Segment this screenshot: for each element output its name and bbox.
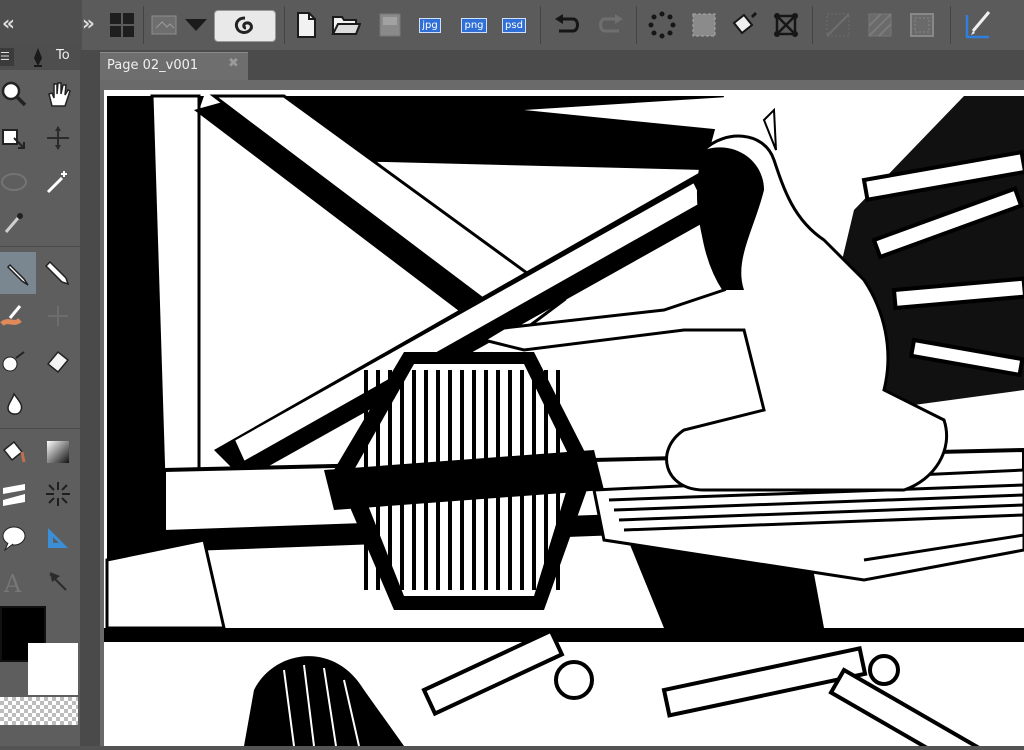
- tool-tab-label[interactable]: To: [56, 48, 70, 63]
- mesh-transform-button[interactable]: [770, 9, 802, 41]
- zoom-icon: [1, 81, 27, 107]
- eyedropper-tool[interactable]: [0, 206, 30, 238]
- redo-icon: [599, 14, 623, 33]
- zoom-tool[interactable]: [0, 78, 30, 110]
- pen-tool[interactable]: [0, 252, 36, 294]
- svg-text:A: A: [3, 570, 22, 596]
- brush-tool[interactable]: [0, 300, 30, 332]
- correct-line-tool[interactable]: [42, 566, 74, 598]
- balloon-tool[interactable]: [0, 522, 30, 554]
- object-move-tool[interactable]: [42, 122, 74, 154]
- magic-wand-icon: [46, 171, 67, 194]
- pen-tab-icon[interactable]: [28, 46, 48, 68]
- decoration-tool[interactable]: [42, 300, 74, 332]
- panel-menu-icon[interactable]: ☰: [0, 48, 14, 66]
- export-psd-label: psd: [502, 17, 526, 33]
- canvas-button[interactable]: [148, 9, 180, 41]
- layer-move-tool[interactable]: [0, 122, 30, 154]
- new-file-button[interactable]: [290, 9, 322, 41]
- toolbar-left-strip: «: [0, 0, 82, 50]
- sparkle-icon: [48, 306, 68, 326]
- sub-color-swatch[interactable]: [28, 643, 78, 695]
- save-button[interactable]: [374, 9, 406, 41]
- figure-tool[interactable]: [0, 478, 30, 510]
- lasso-select-tool[interactable]: [0, 166, 30, 198]
- figure-icon: [3, 484, 25, 506]
- fill-icon: [732, 11, 758, 35]
- canvas-dropdown-button[interactable]: [180, 9, 212, 41]
- pen-stylus-icon: [965, 11, 991, 39]
- export-png-button[interactable]: png: [458, 9, 490, 41]
- manga-page[interactable]: [104, 90, 1024, 750]
- collapse-left-button[interactable]: «: [2, 0, 15, 48]
- blend-tool[interactable]: [0, 388, 30, 420]
- panel-divider[interactable]: [80, 50, 100, 746]
- hand-tool[interactable]: [42, 78, 74, 110]
- layout-icon: [110, 13, 134, 37]
- eyedropper-icon: [4, 213, 23, 233]
- collapse-right-button[interactable]: »: [82, 0, 95, 48]
- transparent-color-swatch[interactable]: [0, 697, 78, 725]
- triangle-ruler-icon: [48, 528, 68, 548]
- ruler-toggle-button[interactable]: [822, 9, 854, 41]
- pencil-tool[interactable]: [42, 256, 74, 288]
- airbrush-icon: [2, 351, 25, 372]
- gradient-icon: [47, 441, 69, 463]
- selection-icon: [692, 13, 716, 37]
- undo-button[interactable]: [552, 9, 584, 41]
- mesh-icon: [774, 13, 798, 37]
- cloud-icon: [234, 16, 253, 34]
- save-icon: [379, 13, 401, 37]
- artwork-illustration: [104, 94, 1024, 750]
- export-psd-button[interactable]: psd: [498, 9, 530, 41]
- frame-border-icon: [46, 482, 70, 506]
- text-icon: A: [3, 570, 22, 596]
- canvas-icon: [151, 15, 177, 35]
- tool-panel-header: ☰ To: [0, 44, 80, 70]
- export-jpg-label: jpg: [419, 17, 441, 33]
- blend-icon: [7, 392, 23, 415]
- bucket-icon: [2, 440, 26, 463]
- eraser-icon: [46, 350, 70, 374]
- undo-icon: [555, 14, 579, 33]
- export-png-label: png: [461, 17, 487, 33]
- object-move-icon: [47, 126, 69, 150]
- export-jpg-button[interactable]: jpg: [414, 9, 446, 41]
- magic-wand-tool[interactable]: [42, 166, 74, 198]
- balloon-icon: [2, 526, 26, 552]
- document-tab-title: Page 02_v001: [107, 58, 199, 73]
- ruler-icon: [826, 13, 850, 37]
- lasso-icon: [1, 173, 27, 191]
- cloud-sync-button[interactable]: [214, 10, 276, 42]
- layer-move-icon: [2, 129, 25, 149]
- transform-button[interactable]: [646, 9, 678, 41]
- eraser-tool[interactable]: [42, 344, 74, 376]
- redo-button[interactable]: [594, 9, 626, 41]
- pattern-toggle-button[interactable]: [864, 9, 896, 41]
- new-file-icon: [297, 12, 316, 38]
- stylus-settings-button[interactable]: [962, 9, 994, 41]
- frame-border-tool[interactable]: [42, 478, 74, 510]
- pencil-icon: [44, 260, 70, 286]
- transform-icon: [648, 11, 676, 39]
- gradient-tool[interactable]: [42, 436, 74, 468]
- open-file-button[interactable]: [330, 9, 362, 41]
- correct-line-icon: [49, 572, 67, 591]
- airbrush-tool[interactable]: [0, 344, 30, 376]
- frame-icon: [910, 13, 934, 37]
- frame-toggle-button[interactable]: [906, 9, 938, 41]
- open-folder-icon: [331, 16, 361, 35]
- dropdown-icon: [185, 19, 207, 31]
- document-tab-close-button[interactable]: ✖: [228, 56, 239, 71]
- fill-tool[interactable]: [0, 436, 30, 468]
- pen-icon: [6, 263, 29, 286]
- brush-icon: [0, 305, 22, 327]
- pattern-icon: [868, 13, 892, 37]
- hand-icon: [48, 82, 71, 107]
- layout-button[interactable]: [106, 9, 138, 41]
- fill-button[interactable]: [728, 9, 760, 41]
- selection-button[interactable]: [688, 9, 720, 41]
- text-tool[interactable]: A: [0, 566, 30, 598]
- ruler-tool[interactable]: [42, 522, 74, 554]
